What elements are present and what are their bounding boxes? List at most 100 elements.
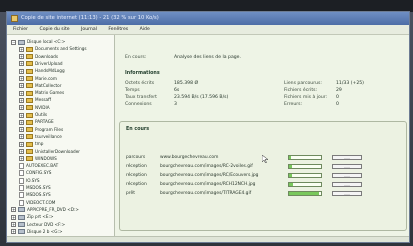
expand-toggle-icon[interactable]: + xyxy=(11,229,16,235)
folder-icon xyxy=(26,90,33,96)
tree-item-label: Disque local <C:> xyxy=(27,39,66,44)
tree-item[interactable]: CONFIG.SYS xyxy=(19,169,51,177)
download-action: parcours xyxy=(126,155,146,160)
tree-item[interactable]: + HandsMdLogg xyxy=(19,67,65,74)
tree-item[interactable]: + Downloads xyxy=(19,53,58,60)
expand-toggle-icon[interactable]: + xyxy=(19,46,24,52)
tree-item[interactable]: AUTOEXEC.BAT xyxy=(19,162,58,170)
tree-item[interactable]: − Disque local <C:> xyxy=(11,38,65,45)
expand-toggle-icon[interactable]: + xyxy=(19,119,24,125)
progress-bar xyxy=(288,155,322,160)
menu-help[interactable]: Aide xyxy=(140,27,150,32)
tree-item[interactable]: + WINDOWS xyxy=(19,155,57,162)
menu-site-copy[interactable]: Copie du site xyxy=(39,27,69,32)
tree-item[interactable]: + APPICPRE_FR_DVD <D:> xyxy=(11,206,79,213)
tree-item[interactable]: + Matrix Games xyxy=(19,89,64,96)
tree-item[interactable]: + tmp xyxy=(19,140,43,147)
expand-toggle-icon[interactable]: + xyxy=(11,214,16,220)
expand-toggle-icon[interactable]: + xyxy=(19,134,24,140)
expand-toggle-icon[interactable]: + xyxy=(19,105,24,111)
tree-item-label: DriverUpload xyxy=(35,60,63,66)
tree-item[interactable]: + Disque 2 b <G:> xyxy=(11,228,62,235)
tree-item[interactable]: + Program Files xyxy=(19,126,63,133)
folder-icon xyxy=(26,119,33,125)
tree-item-label: WINDOWS xyxy=(35,155,57,161)
tree-item-label: Downloads xyxy=(35,53,58,59)
info-right-3: Erreurs: xyxy=(284,102,303,107)
progress-bar xyxy=(288,191,322,196)
tree-item[interactable]: + Documents and Settings xyxy=(19,45,87,52)
expand-toggle-icon[interactable]: + xyxy=(19,141,24,147)
title-bar[interactable]: Copie de site internet (11:13) - 21 (32 … xyxy=(7,12,409,25)
tree-item[interactable]: + DriverUpload xyxy=(19,60,63,67)
info-right-3-value: 0 xyxy=(336,102,339,107)
status-value: Analyse des liens de la page. xyxy=(174,55,241,60)
expand-toggle-icon[interactable]: + xyxy=(19,83,24,89)
info-right-2: Fichiers mis à jour: xyxy=(284,95,328,100)
expand-toggle-icon[interactable]: − xyxy=(11,39,16,45)
expand-toggle-icon[interactable]: + xyxy=(11,207,16,213)
tree-item[interactable]: + NVIDIA xyxy=(19,104,50,111)
tree-item[interactable]: IO.SYS xyxy=(19,177,40,184)
download-row: réception bourgchevreau.com/images/RC/Eco… xyxy=(120,172,406,179)
tree-item[interactable]: + Marie.com xyxy=(19,75,57,82)
tree-item[interactable]: + Messaff xyxy=(19,96,51,103)
expand-toggle-icon[interactable]: + xyxy=(19,112,24,118)
tree-item[interactable]: + Zip prt <E:> xyxy=(11,213,53,220)
tree-item-label: Zip prt <E:> xyxy=(27,214,54,220)
tree-item-label: Messaff xyxy=(35,97,52,103)
download-action: prêt xyxy=(126,191,135,196)
expand-toggle-icon[interactable]: + xyxy=(19,149,24,154)
skip-button[interactable]: ...... xyxy=(332,173,362,178)
app-window: Copie de site internet (11:13) - 21 (32 … xyxy=(6,11,410,243)
file-icon xyxy=(19,170,24,177)
folder-tree[interactable]: − Disque local <C:> + Documents and Setting… xyxy=(7,35,115,242)
tree-item-label: MSDOS.SYS xyxy=(26,185,51,190)
tree-item[interactable]: + UnistallerDownloader xyxy=(19,148,80,155)
expand-toggle-icon[interactable]: + xyxy=(19,54,24,60)
expand-toggle-icon[interactable]: + xyxy=(19,127,24,133)
progress-fill xyxy=(289,165,293,168)
tree-item[interactable]: MSDOS.SYS xyxy=(19,191,51,199)
expand-toggle-icon[interactable]: + xyxy=(19,90,24,96)
menu-bar: Fichier Copie du site Journal Fenêtres A… xyxy=(7,25,409,35)
progress-bar xyxy=(288,164,322,169)
info-heading: Informations xyxy=(125,71,160,76)
mouse-cursor-icon xyxy=(262,155,268,163)
tree-item-label: Program Files xyxy=(35,126,64,132)
folder-icon xyxy=(26,141,33,147)
expand-toggle-icon[interactable]: + xyxy=(19,61,24,67)
tree-item-label: Lecteur DVD <F:> xyxy=(27,221,66,227)
menu-log[interactable]: Journal xyxy=(81,27,97,32)
expand-toggle-icon[interactable]: + xyxy=(19,156,24,162)
tree-item[interactable]: VIDEOCT.COM xyxy=(19,199,55,206)
tree-item[interactable]: + PARTAGE xyxy=(19,118,54,125)
info-right-0: Liens parcourus: xyxy=(284,81,322,86)
info-right-1-value: 29 xyxy=(336,88,342,93)
skip-button[interactable]: ...... xyxy=(332,191,362,196)
tree-item[interactable]: + tsurveillance xyxy=(19,133,62,140)
file-icon xyxy=(19,185,24,191)
skip-button[interactable]: ...... xyxy=(332,164,362,169)
progress-fill xyxy=(289,156,291,159)
skip-button[interactable]: ...... xyxy=(332,155,362,160)
tree-item[interactable]: + Lecteur DVD <F:> xyxy=(11,221,65,228)
expand-toggle-icon[interactable]: + xyxy=(11,222,16,227)
skip-button[interactable]: ...... xyxy=(332,182,362,187)
folder-icon xyxy=(26,105,33,111)
menu-file[interactable]: Fichier xyxy=(13,27,28,32)
file-icon xyxy=(19,192,24,199)
expand-toggle-icon[interactable]: + xyxy=(19,68,24,74)
expand-toggle-icon[interactable]: + xyxy=(19,97,24,103)
tree-item[interactable]: + Outils xyxy=(19,111,47,118)
expand-toggle-icon[interactable]: + xyxy=(19,76,24,81)
downloads-heading: En cours xyxy=(126,127,150,132)
tree-item[interactable]: MSDOS.SYS xyxy=(19,184,51,191)
tree-item[interactable]: + MatCollector xyxy=(19,82,61,89)
folder-icon xyxy=(26,149,33,154)
info-right-1: Fichiers écrits: xyxy=(284,88,318,93)
status-bar xyxy=(7,236,409,242)
progress-bar xyxy=(288,173,322,178)
folder-icon xyxy=(26,127,33,133)
menu-windows[interactable]: Fenêtres xyxy=(108,27,128,32)
